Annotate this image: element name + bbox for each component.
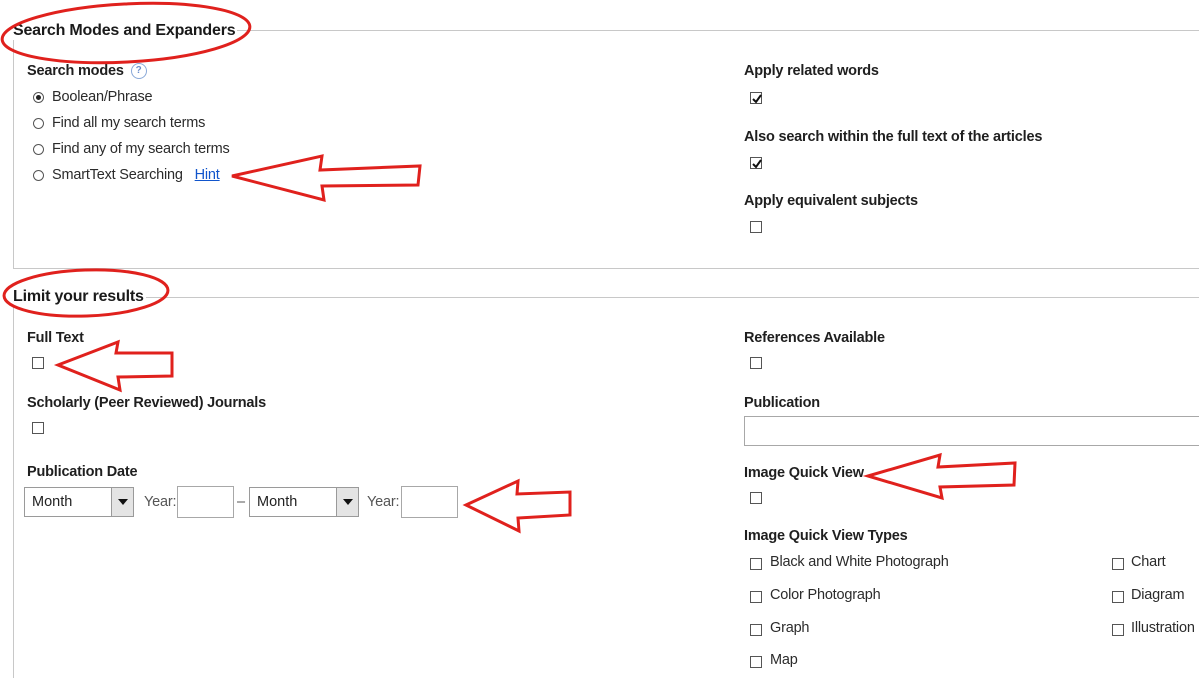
references-available-checkbox[interactable] — [750, 357, 762, 369]
date-range-dash: – — [237, 494, 245, 510]
iqv-chart-label: Chart — [1131, 554, 1166, 570]
iqv-chart-checkbox[interactable] — [1112, 558, 1124, 570]
iqv-diagram-label: Diagram — [1131, 587, 1185, 603]
scholarly-checkbox[interactable] — [32, 422, 44, 434]
publication-input[interactable] — [744, 416, 1199, 446]
year-from-label: Year: — [144, 494, 177, 510]
apply-related-words-label: Apply related words — [744, 63, 879, 79]
year-from-input[interactable] — [177, 486, 234, 518]
chevron-down-icon[interactable] — [111, 488, 133, 516]
iqv-diagram-checkbox[interactable] — [1112, 591, 1124, 603]
month-from-select[interactable]: Month — [24, 487, 134, 517]
radio-boolean-phrase[interactable] — [33, 92, 44, 103]
iqv-graph-label: Graph — [770, 620, 810, 636]
iqv-map-label: Map — [770, 652, 798, 668]
month-from-value: Month — [32, 494, 73, 510]
radio-label-find-any-terms: Find any of my search terms — [52, 141, 230, 157]
radio-find-any-terms[interactable] — [33, 144, 44, 155]
full-text-label: Full Text — [27, 330, 84, 346]
year-to-label: Year: — [367, 494, 400, 510]
equivalent-subjects-checkbox[interactable] — [750, 221, 762, 233]
search-modes-label: Search modes ? — [27, 63, 147, 80]
month-to-value: Month — [257, 494, 298, 510]
image-quick-view-label: Image Quick View — [744, 465, 864, 481]
search-modes-legend: Search Modes and Expanders — [11, 22, 238, 40]
scholarly-label: Scholarly (Peer Reviewed) Journals — [27, 395, 266, 411]
iqv-graph-checkbox[interactable] — [750, 624, 762, 636]
radio-label-smarttext: SmartText Searching Hint — [52, 167, 220, 183]
full-text-search-checkbox[interactable] — [750, 157, 762, 169]
references-available-label: References Available — [744, 330, 885, 346]
iqv-illustration-label: Illustration — [1131, 620, 1195, 636]
iqv-color-photo-label: Color Photograph — [770, 587, 881, 603]
apply-related-words-checkbox[interactable] — [750, 92, 762, 104]
hint-link[interactable]: Hint — [195, 167, 220, 183]
iqv-bw-photo-label: Black and White Photograph — [770, 554, 949, 570]
full-text-checkbox[interactable] — [32, 357, 44, 369]
image-quick-view-checkbox[interactable] — [750, 492, 762, 504]
iqv-illustration-checkbox[interactable] — [1112, 624, 1124, 636]
equivalent-subjects-label: Apply equivalent subjects — [744, 193, 918, 209]
publication-date-label: Publication Date — [27, 464, 138, 480]
iqv-color-photo-checkbox[interactable] — [750, 591, 762, 603]
chevron-down-icon[interactable] — [336, 488, 358, 516]
radio-label-find-all-terms: Find all my search terms — [52, 115, 206, 131]
month-to-select[interactable]: Month — [249, 487, 359, 517]
iqv-map-checkbox[interactable] — [750, 656, 762, 668]
iqv-bw-photo-checkbox[interactable] — [750, 558, 762, 570]
help-icon[interactable]: ? — [130, 63, 147, 80]
radio-smarttext[interactable] — [33, 170, 44, 181]
limit-results-legend: Limit your results — [11, 288, 146, 306]
publication-label: Publication — [744, 395, 820, 411]
image-quick-view-types-label: Image Quick View Types — [744, 528, 908, 544]
full-text-search-label: Also search within the full text of the … — [744, 129, 1043, 145]
check-icon — [752, 159, 762, 169]
year-to-input[interactable] — [401, 486, 458, 518]
radio-find-all-terms[interactable] — [33, 118, 44, 129]
radio-label-boolean-phrase: Boolean/Phrase — [52, 89, 153, 105]
check-icon — [752, 94, 762, 104]
